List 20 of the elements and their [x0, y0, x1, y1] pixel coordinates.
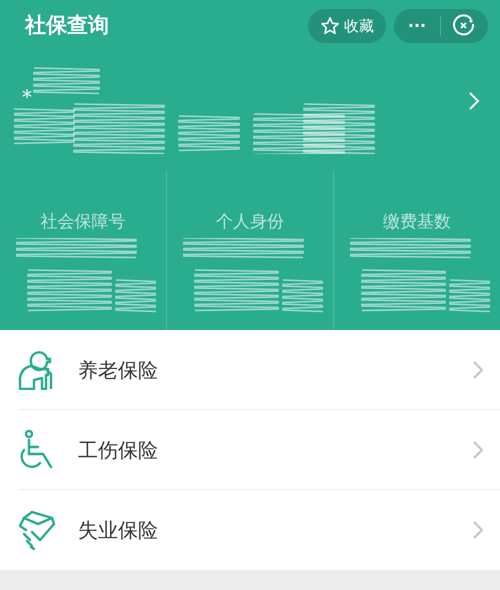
menu-item[interactable]: 失业保险 [0, 490, 500, 570]
stat-label: 个人身份 [215, 211, 285, 234]
menu-item[interactable]: 工伤保险 [0, 410, 500, 490]
menu-label: 工伤保险 [78, 436, 158, 464]
chevron-icon [472, 520, 484, 540]
close-icon [452, 14, 476, 38]
stat-label: 社会保障号 [40, 211, 126, 234]
stat-label: 缴费基数 [382, 211, 452, 234]
menu-item[interactable]: 养老保险 [0, 330, 500, 410]
chevron-icon [472, 360, 484, 380]
page-title: 社保查询 [25, 12, 109, 40]
favorite-button[interactable]: 收藏 [308, 9, 386, 43]
masked-text: * [22, 84, 32, 111]
menu-label: 养老保险 [78, 356, 158, 384]
hand-icon [18, 510, 56, 550]
star-icon [320, 16, 340, 36]
chevron-icon [468, 90, 480, 111]
menu-label: 失业保险 [78, 517, 158, 544]
more-button[interactable]: ··· [394, 9, 440, 43]
chevron-icon [472, 440, 484, 460]
